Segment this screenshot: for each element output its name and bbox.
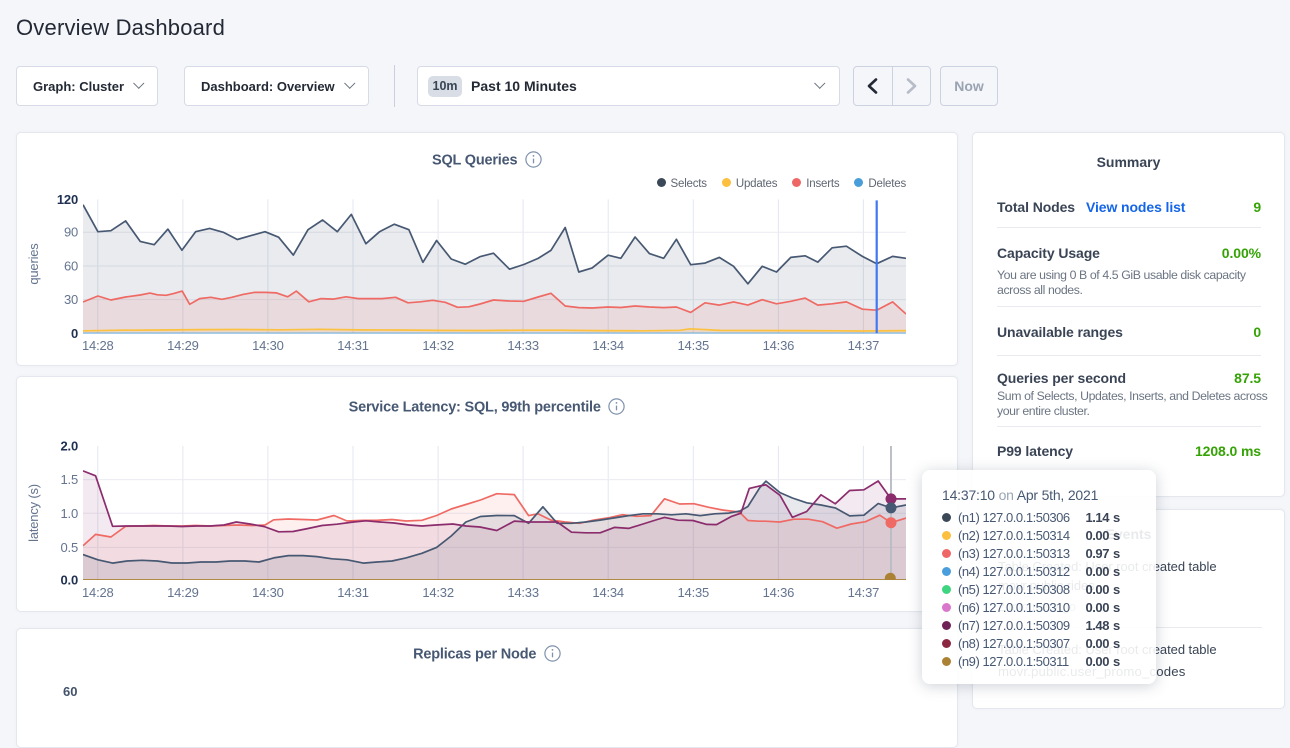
svg-text:0: 0 — [71, 326, 78, 341]
svg-text:14:31: 14:31 — [337, 338, 369, 353]
svg-text:2.0: 2.0 — [61, 439, 78, 454]
svg-text:14:29: 14:29 — [167, 585, 199, 600]
svg-text:14:34: 14:34 — [592, 338, 624, 353]
svg-text:14:28: 14:28 — [82, 338, 114, 353]
svg-text:1.0: 1.0 — [61, 506, 78, 521]
svg-text:14:32: 14:32 — [422, 338, 454, 353]
svg-text:14:30: 14:30 — [252, 338, 284, 353]
svg-text:14:34: 14:34 — [592, 585, 624, 600]
svg-text:queries: queries — [26, 243, 41, 285]
svg-text:60: 60 — [64, 259, 78, 274]
svg-text:1.5: 1.5 — [61, 472, 78, 487]
svg-text:0.5: 0.5 — [61, 540, 78, 555]
svg-text:14:36: 14:36 — [763, 585, 795, 600]
svg-text:120: 120 — [57, 192, 78, 207]
svg-text:14:33: 14:33 — [507, 585, 539, 600]
svg-text:latency (s): latency (s) — [26, 484, 41, 542]
svg-text:14:37: 14:37 — [848, 585, 880, 600]
svg-text:14:31: 14:31 — [337, 585, 369, 600]
svg-text:14:29: 14:29 — [167, 338, 199, 353]
svg-text:14:32: 14:32 — [422, 585, 454, 600]
svg-text:14:36: 14:36 — [763, 338, 795, 353]
svg-text:14:37: 14:37 — [848, 338, 880, 353]
svg-text:0.0: 0.0 — [61, 573, 78, 588]
svg-text:90: 90 — [64, 225, 78, 240]
svg-text:14:33: 14:33 — [507, 338, 539, 353]
svg-text:30: 30 — [64, 292, 78, 307]
svg-text:14:28: 14:28 — [82, 585, 114, 600]
svg-text:14:30: 14:30 — [252, 585, 284, 600]
svg-text:14:35: 14:35 — [678, 338, 710, 353]
svg-text:14:35: 14:35 — [678, 585, 710, 600]
